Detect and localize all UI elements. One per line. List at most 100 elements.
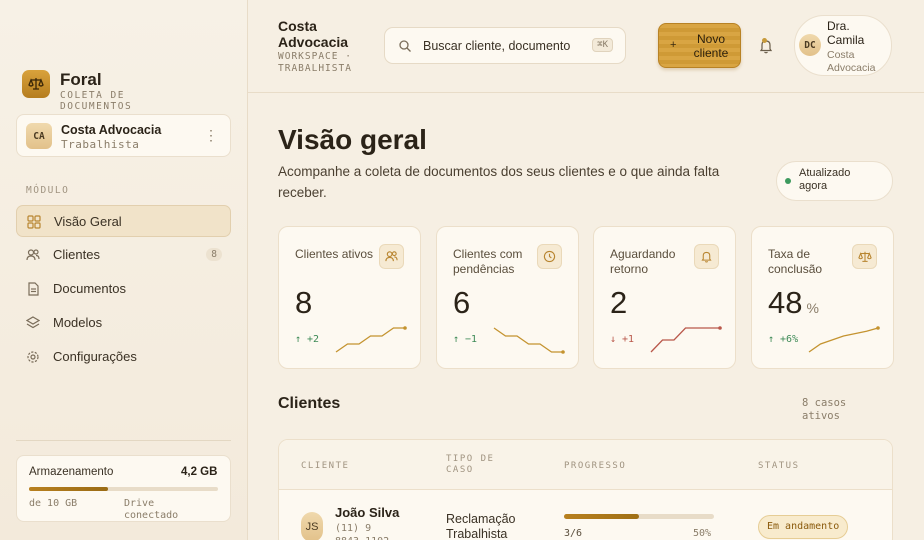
scale-icon [852, 244, 877, 269]
sidebar-item-modelos[interactable]: Modelos [16, 307, 231, 339]
active-cases-count: 8 casos ativos [802, 397, 847, 422]
sparkline-end-point [561, 350, 565, 354]
sidebar-item-label: Clientes [53, 247, 100, 262]
storage-status: Drive conectado [124, 498, 179, 521]
grid-icon [27, 215, 41, 229]
more-vertical-icon[interactable]: ⋮ [204, 128, 218, 142]
table-header: CLIENTE TIPO DE CASO PROGRESSO STATUS [279, 440, 892, 490]
org-switcher[interactable]: CA Costa Advocacia Trabalhista ⋮ [16, 114, 231, 157]
users-icon [379, 244, 404, 269]
search-icon [399, 40, 411, 52]
stat-value-number: 2 [610, 285, 628, 320]
updated-badge: Atualizado agora [776, 161, 893, 201]
progress-fraction: 3/6 [564, 528, 583, 539]
new-client-button[interactable]: + Novo cliente [658, 23, 741, 68]
sidebar-item-label: Visão Geral [54, 214, 122, 229]
stat-card-pendencias[interactable]: Clientes com pendências 6 ↑ −1 [436, 226, 579, 369]
sidebar-item-visao-geral[interactable]: Visão Geral [16, 205, 231, 237]
stat-delta: ↑ −1 [453, 334, 478, 345]
sparkline [808, 326, 880, 353]
stat-label: Taxa de conclusão [768, 247, 823, 276]
sparkline-end-point [403, 326, 407, 330]
stat-label: Aguardando retorno [610, 247, 676, 276]
search-box[interactable]: ⌘K [384, 27, 626, 64]
scale-logo-icon [22, 70, 50, 98]
layers-icon [26, 316, 40, 329]
column-header-cliente[interactable]: CLIENTE [301, 461, 349, 472]
stat-value: 48% [768, 285, 819, 321]
new-client-label: Novo cliente [693, 32, 729, 60]
notification-dot [762, 38, 767, 43]
updated-text: Atualizado agora [799, 167, 851, 192]
status-dot [785, 178, 791, 184]
column-header-status[interactable]: STATUS [758, 461, 800, 472]
stat-label: Clientes com pendências [453, 247, 523, 276]
count-badge: 8 [206, 248, 222, 261]
stat-value: 6 [453, 285, 474, 321]
stat-delta: ↓ +1 [610, 334, 635, 345]
stat-card-taxa-conclusao[interactable]: Taxa de conclusão 48% ↑ +6% [751, 226, 894, 369]
sidebar-item-documentos[interactable]: Documentos [16, 273, 231, 305]
stat-card-clientes-ativos[interactable]: Clientes ativos 8 ↑ +2 [278, 226, 421, 369]
stat-value-number: 6 [453, 285, 471, 320]
column-header-progresso[interactable]: PROGRESSO [564, 461, 626, 472]
brand[interactable]: Foral COLETA DE DOCUMENTOS [22, 70, 131, 112]
user-menu[interactable]: DC Dra. Camila Costa Advocacia [794, 15, 892, 76]
top-header: Costa Advocacia WORKSPACE · TRABALHISTA … [248, 0, 924, 93]
user-org: Costa Advocacia [827, 49, 876, 74]
brand-subtitle: COLETA DE DOCUMENTOS [60, 90, 133, 112]
org-subtitle: Trabalhista [61, 138, 140, 151]
sidebar-item-label: Documentos [53, 281, 126, 296]
org-avatar: CA [26, 123, 52, 149]
sparkline-series [335, 327, 405, 353]
sidebar-divider [16, 440, 231, 441]
sidebar: Foral COLETA DE DOCUMENTOS CA Costa Advo… [0, 0, 248, 540]
client-phone: (11) 9 8843-1102 [335, 523, 389, 540]
stat-label: Clientes ativos [295, 247, 374, 261]
workspace-subtitle: WORKSPACE · TRABALHISTA [278, 51, 352, 74]
page-description: Acompanhe a coleta de documentos dos seu… [278, 164, 720, 200]
shortcut-hint: ⌘K [592, 38, 613, 52]
sparkline-series [808, 327, 879, 353]
storage-used: 4,2 GB [181, 466, 218, 478]
user-name: Dra. Camila [827, 19, 865, 47]
sparkline-end-point [718, 326, 722, 330]
search-input[interactable] [423, 37, 583, 55]
document-icon [28, 282, 39, 296]
sidebar-item-clientes[interactable]: Clientes 8 [16, 239, 231, 271]
sparkline-series [493, 327, 563, 353]
sidebar-item-configuracoes[interactable]: Configurações [16, 341, 231, 373]
progress-bar-fill [564, 514, 639, 519]
stat-delta: ↑ +6% [768, 334, 799, 345]
brand-name: Foral [60, 70, 102, 89]
storage-bar [29, 487, 218, 491]
stat-value: 8 [295, 285, 316, 321]
stat-value-number: 48 [768, 285, 803, 320]
stat-value: 2 [610, 285, 631, 321]
column-header-tipo[interactable]: TIPO DE CASO [446, 454, 506, 476]
plus-icon: + [670, 39, 677, 51]
sparkline [335, 326, 407, 353]
progress-bar [564, 514, 714, 519]
progress-percent: 50% [693, 528, 712, 539]
user-avatar: DC [799, 34, 821, 56]
clients-table: CLIENTE TIPO DE CASO PROGRESSO STATUS JS… [278, 439, 893, 540]
page-title: Visão geral [278, 124, 427, 155]
sparkline [493, 327, 565, 354]
case-type: Reclamação Trabalhista [446, 512, 516, 540]
sidebar-item-label: Configurações [53, 349, 137, 364]
nav-section-label: MÓDULO [26, 185, 70, 196]
stat-value-number: 8 [295, 285, 313, 320]
client-name[interactable]: João Silva [335, 505, 399, 520]
gear-icon [27, 351, 39, 363]
storage-total: de 10 GB [29, 498, 78, 509]
clients-section-title: Clientes [278, 395, 341, 412]
sparkline [650, 326, 722, 353]
stat-card-aguardando[interactable]: Aguardando retorno 2 ↓ +1 [593, 226, 736, 369]
status-badge[interactable]: Em andamento [758, 515, 849, 539]
clock-icon [537, 244, 562, 269]
client-avatar: JS [301, 512, 323, 540]
workspace-title: Costa Advocacia [278, 18, 349, 50]
sidebar-item-label: Modelos [53, 315, 103, 330]
bell-icon [694, 244, 719, 269]
